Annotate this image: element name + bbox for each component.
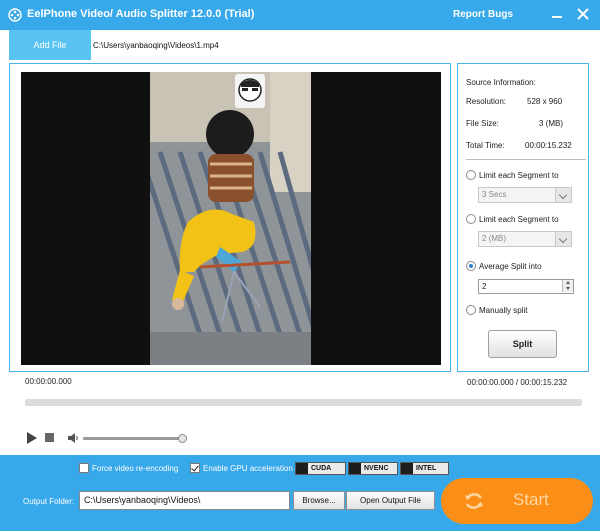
play-icon[interactable] (27, 432, 37, 444)
nvidia-icon (296, 463, 308, 474)
resolution-label: Resolution: (466, 97, 507, 106)
nvidia-icon (349, 463, 361, 474)
chevron-down-icon (555, 232, 571, 246)
browse-button[interactable]: Browse... (293, 491, 345, 510)
gpu-accel-label: Enable GPU acceleration (203, 464, 293, 473)
stop-icon[interactable] (45, 433, 54, 442)
size-select[interactable]: 2 (MB) (478, 231, 572, 247)
duration-select-value: 3 Secs (482, 190, 507, 199)
stepper-down-icon[interactable] (562, 286, 573, 292)
split-button[interactable]: Split (488, 330, 557, 358)
intel-label: INTEL (416, 465, 437, 472)
output-folder-input[interactable]: C:\Users\yanbaoqing\Videos\ (79, 491, 290, 510)
minimize-icon[interactable] (549, 6, 565, 22)
manual-split-radio[interactable] (466, 305, 476, 315)
limit-duration-label: Limit each Segment to (479, 171, 559, 180)
source-info-title: Source Information: (466, 78, 536, 87)
limit-size-label: Limit each Segment to (479, 215, 559, 224)
volume-slider-handle[interactable] (178, 434, 187, 443)
refresh-icon (465, 493, 483, 509)
report-bugs-link[interactable]: Report Bugs (453, 9, 513, 20)
app-window: EelPhone Video/ Audio Splitter 12.0.0 (T… (0, 0, 600, 531)
chevron-down-icon (555, 188, 571, 202)
intel-badge: INTEL (400, 462, 449, 475)
filesize-label: File Size: (466, 119, 499, 128)
start-label: Start (513, 490, 549, 509)
gpu-accel-checkbox[interactable] (190, 463, 200, 473)
output-folder-label: Output Folder: (23, 497, 75, 506)
current-time: 00:00:00.000 (25, 377, 72, 386)
nvenc-label: NVENC (364, 465, 389, 472)
force-reencode-label: Force video re-encoding (92, 464, 179, 473)
resolution-value: 528 x 960 (527, 97, 563, 106)
average-split-radio[interactable] (466, 261, 476, 271)
totaltime-label: Total Time: (466, 141, 505, 150)
file-path: C:\Users\yanbaoqing\Videos\1.mp4 (93, 41, 219, 50)
size-select-value: 2 (MB) (482, 234, 506, 243)
volume-icon[interactable] (68, 433, 79, 443)
window-title: EelPhone Video/ Audio Splitter 12.0.0 (T… (27, 8, 255, 20)
film-reel-icon (8, 8, 22, 22)
intel-icon (401, 463, 413, 474)
start-button[interactable]: Start (441, 478, 593, 524)
average-split-stepper[interactable]: 2 (478, 279, 574, 294)
divider (466, 159, 586, 160)
limit-size-radio[interactable] (466, 214, 476, 224)
filesize-value: 3 (MB) (539, 119, 563, 128)
totaltime-value: 00:00:15.232 (525, 141, 572, 150)
nvenc-badge: NVENC (348, 462, 398, 475)
close-icon[interactable] (575, 6, 591, 22)
average-split-value: 2 (482, 282, 487, 291)
add-file-button[interactable]: Add File (9, 30, 91, 60)
video-thumbnail-image (150, 72, 311, 365)
time-readout: 00:00:00.000 / 00:00:15.232 (467, 378, 568, 387)
volume-slider[interactable] (83, 437, 183, 440)
duration-select[interactable]: 3 Secs (478, 187, 572, 203)
cuda-label: CUDA (311, 465, 332, 472)
title-bar[interactable]: EelPhone Video/ Audio Splitter 12.0.0 (T… (0, 0, 600, 30)
limit-duration-radio[interactable] (466, 170, 476, 180)
open-output-button[interactable]: Open Output File (346, 491, 435, 510)
manual-split-label: Manually split (479, 306, 528, 315)
cuda-badge: CUDA (295, 462, 346, 475)
force-reencode-checkbox[interactable] (79, 463, 89, 473)
seek-bar[interactable] (25, 399, 582, 406)
average-split-label: Average Split into (479, 262, 542, 271)
video-preview[interactable] (21, 72, 441, 365)
